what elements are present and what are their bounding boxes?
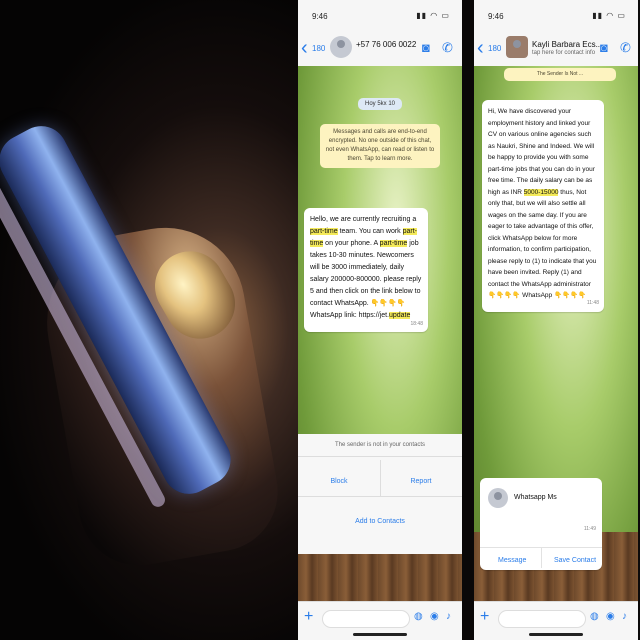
video-call-icon[interactable]: ◙ (422, 40, 430, 55)
encryption-notice[interactable]: Messages and calls are end-to-end encryp… (320, 124, 440, 168)
block-button[interactable]: Block (298, 478, 380, 485)
shared-contact-card[interactable]: Whatsapp Ms 11:49 Message Save Contact (480, 478, 602, 570)
signal-wifi-battery-icon: ▮▮ ◠ ▭ (592, 11, 626, 20)
message-text-part: Hello, we are currently recruiting a (310, 216, 417, 223)
back-icon[interactable]: ‹ (477, 37, 484, 60)
highlighted-text: part-time (379, 240, 408, 247)
message-text-part: thus, Not only that, but we will also se… (488, 188, 597, 288)
camera-icon[interactable]: ◉ (430, 611, 439, 622)
contact-name[interactable]: +57 76 006 0022 (356, 40, 416, 49)
video-call-icon[interactable]: ◙ (600, 40, 608, 55)
report-button[interactable]: Report (380, 478, 462, 485)
message-time: 18:48 (410, 321, 423, 327)
chat-area: The Sender Is Not ... Hi, We have discov… (474, 66, 638, 602)
message-time: 11:48 (586, 300, 599, 306)
highlighted-text: part-time (310, 228, 338, 235)
chat-area: Hoy 5kx 10 Messages and calls are end-to… (298, 66, 462, 602)
message-text-part: Hi, We have discovered your employment h… (488, 108, 595, 196)
plus-icon[interactable]: + (304, 608, 313, 626)
contact-subtitle[interactable]: tap here for contact info (532, 50, 595, 56)
whatsapp-screen-right: 9:46 ▮▮ ◠ ▭ ‹ 180 Kayli Barbara Ecs... t… (474, 0, 638, 640)
sticker-icon[interactable]: ◍ (414, 611, 423, 622)
save-contact-button[interactable]: Save Contact (554, 557, 596, 564)
status-time: 9:46 (312, 12, 328, 21)
whatsapp-screen-left: 9:46 ▮▮ ◠ ▭ ‹ 180 +57 76 006 0022 ◙ ✆ Ho… (298, 0, 462, 640)
message-input[interactable] (322, 610, 410, 628)
message-bubble: Hi, We have discovered your employment h… (482, 100, 604, 312)
home-indicator (529, 633, 583, 636)
camera-icon[interactable]: ◉ (606, 611, 615, 622)
chat-header: ‹ 180 Kayli Barbara Ecs... tap here for … (474, 30, 638, 67)
contact-avatar[interactable] (330, 36, 352, 58)
divider (541, 548, 542, 568)
contact-name[interactable]: Kayli Barbara Ecs... (532, 40, 602, 49)
sticker-icon[interactable]: ◍ (590, 611, 599, 622)
message-input-bar: + ◍ ◉ ♪ (298, 601, 462, 640)
status-time: 9:46 (488, 12, 504, 21)
message-text-part: on your phone. A (323, 240, 380, 247)
message-text-part: WhatsApp link: https://jet. (310, 312, 389, 319)
back-count[interactable]: 180 (312, 44, 325, 53)
wooden-deck-bg (298, 554, 462, 602)
signal-wifi-battery-icon: ▮▮ ◠ ▭ (416, 11, 450, 20)
highlighted-text: update (388, 312, 411, 319)
chat-header: ‹ 180 +57 76 006 0022 ◙ ✆ (298, 30, 462, 67)
contact-card-name: Whatsapp Ms (514, 494, 557, 501)
message-text-part: job takes 10-30 minutes. Newcomers will … (310, 240, 422, 307)
message-contact-button[interactable]: Message (498, 557, 526, 564)
highlighted-text: 5000-15000 (523, 188, 559, 196)
mic-icon[interactable]: ♪ (446, 611, 451, 622)
message-input-bar: + ◍ ◉ ♪ (474, 601, 638, 640)
unknown-sender-sheet: The sender is not in your contacts Block… (298, 434, 462, 554)
message-bubble: Hello, we are currently recruiting a par… (304, 208, 428, 332)
back-count[interactable]: 180 (488, 44, 501, 53)
home-indicator (353, 633, 407, 636)
unknown-sender-notice[interactable]: The Sender Is Not ... (504, 68, 616, 81)
contact-avatar[interactable] (506, 36, 528, 58)
contact-card-avatar (488, 488, 508, 508)
message-text-part: 👇👇👇👇 WhatsApp 👇👇👇👇 (488, 292, 587, 299)
contact-card-time: 11:49 (583, 526, 596, 532)
date-pill: Hoy 5kx 10 (357, 98, 403, 110)
sheet-title: The sender is not in your contacts (298, 434, 462, 457)
status-bar: 9:46 ▮▮ ◠ ▭ (474, 0, 638, 30)
mic-icon[interactable]: ♪ (622, 611, 627, 622)
divider (298, 496, 462, 497)
add-to-contacts-button[interactable]: Add to Contacts (298, 518, 462, 525)
phone-icon[interactable]: ✆ (620, 40, 631, 56)
message-text-part: team. You can work (337, 228, 403, 235)
message-text-part: 👇👇👇👇 (370, 300, 406, 307)
hand-holding-phone-photo (0, 0, 298, 640)
status-bar: 9:46 ▮▮ ◠ ▭ (298, 0, 462, 30)
phone-icon[interactable]: ✆ (442, 40, 453, 56)
message-input[interactable] (498, 610, 586, 628)
screen-divider (462, 0, 474, 640)
plus-icon[interactable]: + (480, 608, 489, 626)
message-text: Hi, We have discovered your employment h… (488, 108, 596, 299)
back-icon[interactable]: ‹ (301, 37, 308, 60)
message-text: Hello, we are currently recruiting a par… (310, 216, 421, 319)
